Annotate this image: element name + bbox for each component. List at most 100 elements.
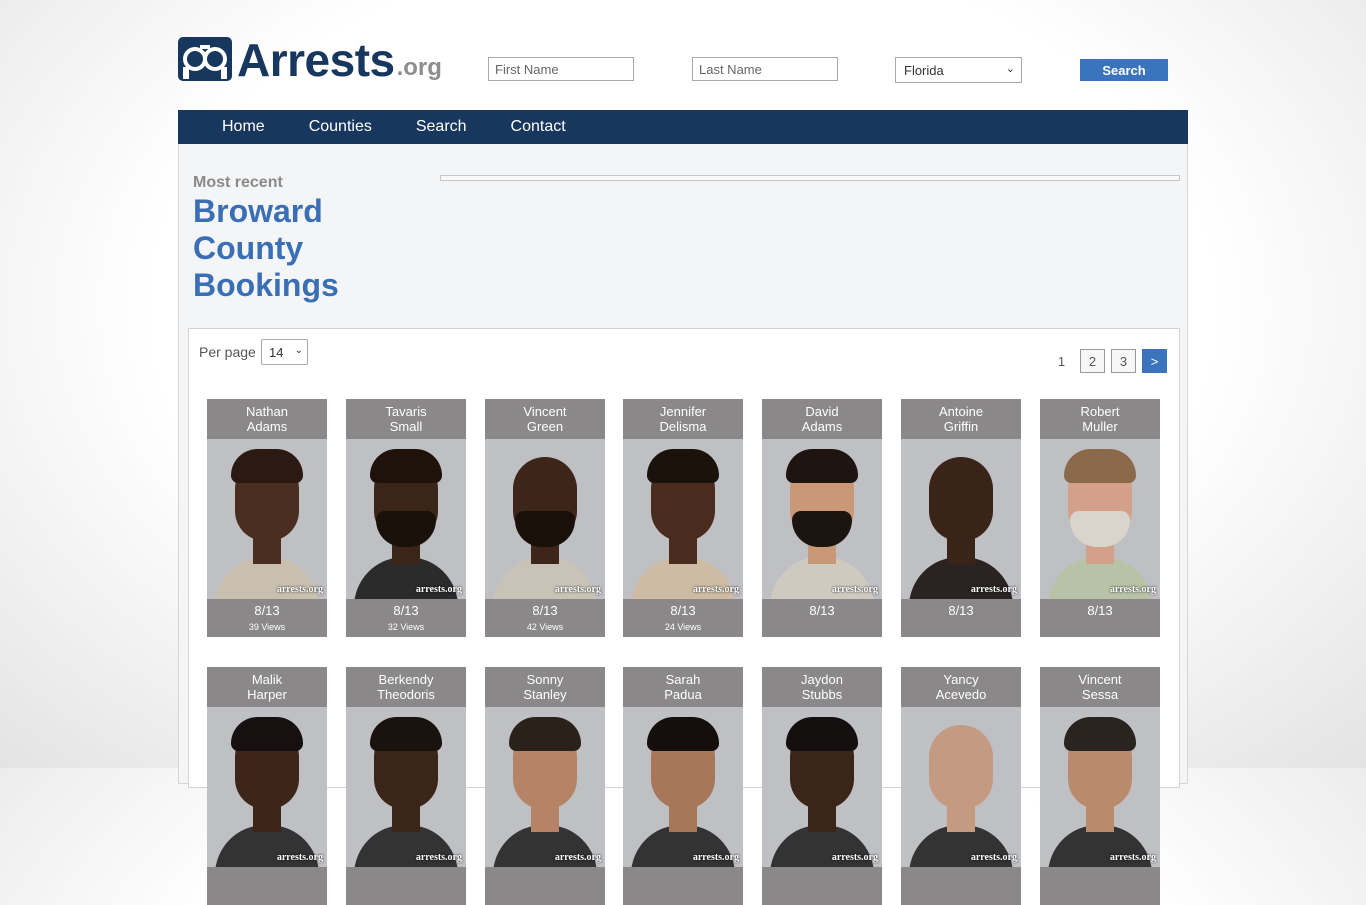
mugshot-photo: arrests.org: [762, 439, 882, 599]
content-panel: Most recent Broward County Bookings Per …: [178, 144, 1188, 905]
mugshot-hair: [786, 717, 858, 751]
most-recent-label: Most recent: [193, 174, 283, 191]
ad-placeholder: [440, 175, 1180, 181]
booking-views: 42 Views: [526, 622, 564, 632]
booking-date: 8/13: [393, 603, 419, 618]
booking-first-name: Malik: [251, 672, 283, 687]
page-title: Broward County Bookings: [193, 193, 339, 303]
nav-contact[interactable]: Contact: [511, 110, 566, 144]
watermark: arrests.org: [1109, 584, 1156, 595]
booking-card[interactable]: Tavaris Small arrests.org 8/13 32 Views: [346, 399, 466, 637]
mugshot-photo: arrests.org: [207, 707, 327, 867]
mugshot-hair: [1064, 717, 1136, 751]
per-page-select[interactable]: 14 ⌄: [261, 339, 308, 365]
booking-name: Yancy Acevedo: [901, 667, 1021, 707]
booking-name: Sarah Padua: [623, 667, 743, 707]
mugshot-head: [929, 725, 993, 809]
mugshot-photo: arrests.org: [346, 707, 466, 867]
next-page-button[interactable]: >: [1142, 349, 1167, 373]
mugshot-photo: arrests.org: [901, 439, 1021, 599]
booking-name: Berkendy Theodoris: [346, 667, 466, 707]
nav-home[interactable]: Home: [222, 110, 265, 144]
booking-first-name: Vincent: [523, 404, 567, 419]
watermark: arrests.org: [415, 852, 462, 863]
page-3-link[interactable]: 3: [1111, 349, 1136, 373]
booking-first-name: Vincent: [1078, 672, 1122, 687]
booking-first-name: Sonny: [526, 672, 564, 687]
booking-last-name: Sessa: [1081, 687, 1119, 702]
watermark: arrests.org: [692, 584, 739, 595]
mugshot-photo: arrests.org: [623, 439, 743, 599]
last-name-input[interactable]: [692, 57, 838, 81]
watermark: arrests.org: [831, 584, 878, 595]
booking-last-name: Stubbs: [801, 687, 843, 702]
booking-name: Robert Muller: [1040, 399, 1160, 439]
booking-card[interactable]: Vincent Sessa arrests.org: [1040, 667, 1160, 905]
booking-card[interactable]: Sarah Padua arrests.org: [623, 667, 743, 905]
booking-first-name: Antoine: [938, 404, 984, 419]
booking-last-name: Small: [389, 419, 423, 434]
booking-card[interactable]: Nathan Adams arrests.org 8/13 39 Views: [207, 399, 327, 637]
watermark: arrests.org: [1109, 852, 1156, 863]
mugshot-hair: [509, 717, 581, 751]
watermark: arrests.org: [970, 852, 1017, 863]
booking-card[interactable]: Antoine Griffin arrests.org 8/13: [901, 399, 1021, 637]
booking-card[interactable]: Malik Harper arrests.org: [207, 667, 327, 905]
nav-search[interactable]: Search: [416, 110, 467, 144]
booking-views: 24 Views: [664, 622, 702, 632]
mugshot-photo: arrests.org: [623, 707, 743, 867]
watermark: arrests.org: [692, 852, 739, 863]
logo-text: Arrests: [237, 34, 395, 86]
bookings-box: Per page 14 ⌄ 1 2 3 > Nathan Adams arrests…: [188, 328, 1180, 905]
booking-card[interactable]: Jaydon Stubbs arrests.org: [762, 667, 882, 905]
first-name-input[interactable]: [488, 57, 634, 81]
booking-first-name: Robert: [1080, 404, 1120, 419]
mugshot-hair: [1064, 449, 1136, 483]
per-page-value: 14: [269, 345, 284, 360]
booking-name: Malik Harper: [207, 667, 327, 707]
booking-last-name: Adams: [246, 419, 288, 434]
watermark: arrests.org: [276, 852, 323, 863]
booking-first-name: Tavaris: [385, 404, 427, 419]
watermark: arrests.org: [970, 584, 1017, 595]
booking-views: 32 Views: [387, 622, 425, 632]
booking-date: 8/13: [670, 603, 696, 618]
logo-suffix: .org: [396, 54, 442, 81]
site-logo[interactable]: Arrests .org: [178, 34, 442, 86]
mugshot-beard: [515, 511, 575, 547]
nav-counties[interactable]: Counties: [309, 110, 372, 144]
mugshot-beard: [1070, 511, 1130, 547]
booking-card[interactable]: David Adams arrests.org 8/13: [762, 399, 882, 637]
booking-card[interactable]: Jennifer Delisma arrests.org 8/13 24 Views: [623, 399, 743, 637]
booking-card[interactable]: Vincent Green arrests.org 8/13 42 Views: [485, 399, 605, 637]
page-2-link[interactable]: 2: [1080, 349, 1105, 373]
booking-first-name: Berkendy: [378, 672, 434, 687]
mugshot-beard: [376, 511, 436, 547]
booking-last-name: Acevedo: [935, 687, 987, 702]
page-1-current: 1: [1057, 353, 1066, 369]
booking-last-name: Muller: [1082, 419, 1118, 434]
mugshot-photo: arrests.org: [485, 439, 605, 599]
booking-first-name: Sarah: [665, 672, 701, 687]
booking-first-name: Jennifer: [659, 404, 707, 419]
booking-first-name: Nathan: [246, 404, 288, 419]
mugshot-head: [929, 457, 993, 541]
booking-last-name: Padua: [664, 687, 702, 702]
mugshot-hair: [647, 717, 719, 751]
mugshot-beard: [792, 511, 852, 547]
booking-last-name: Delisma: [659, 419, 707, 434]
state-select[interactable]: Florida ⌄: [895, 57, 1022, 83]
mugshot-photo: arrests.org: [346, 439, 466, 599]
booking-card[interactable]: Berkendy Theodoris arrests.org: [346, 667, 466, 905]
booking-date: 8/13: [1087, 603, 1113, 618]
handcuffs-logo-icon: [178, 37, 232, 81]
per-page-label: Per page: [199, 344, 256, 360]
search-button[interactable]: Search: [1080, 59, 1168, 81]
booking-card[interactable]: Sonny Stanley arrests.org: [485, 667, 605, 905]
booking-name: Antoine Griffin: [901, 399, 1021, 439]
watermark: arrests.org: [554, 852, 601, 863]
booking-first-name: David: [805, 404, 839, 419]
booking-card[interactable]: Yancy Acevedo arrests.org: [901, 667, 1021, 905]
booking-card[interactable]: Robert Muller arrests.org 8/13: [1040, 399, 1160, 637]
chevron-down-icon: ⌄: [1005, 63, 1015, 75]
